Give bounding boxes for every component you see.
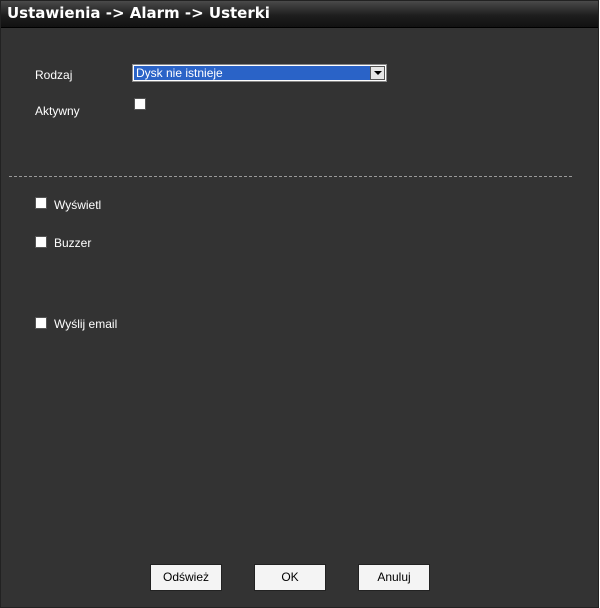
email-label: Wyślij email	[54, 317, 118, 331]
active-label: Aktywny	[35, 104, 80, 118]
email-checkbox[interactable]	[35, 317, 47, 329]
type-label: Rodzaj	[35, 68, 73, 82]
title-bar: Ustawienia -> Alarm -> Usterki	[1, 1, 598, 28]
ok-button[interactable]: OK	[254, 564, 326, 591]
settings-panel: Ustawienia -> Alarm -> Usterki Rodzaj Dy…	[0, 0, 599, 608]
active-checkbox[interactable]	[134, 98, 146, 110]
type-select-value: Dysk nie istnieje	[134, 66, 372, 80]
cancel-button[interactable]: Anuluj	[358, 564, 430, 591]
refresh-button[interactable]: Odśwież	[150, 564, 222, 591]
buzzer-label: Buzzer	[54, 236, 92, 250]
display-label: Wyświetl	[54, 198, 102, 212]
buzzer-checkbox[interactable]	[35, 236, 47, 248]
type-select[interactable]: Dysk nie istnieje	[132, 64, 387, 82]
divider	[9, 176, 572, 177]
display-checkbox[interactable]	[35, 197, 47, 209]
page-title: Ustawienia -> Alarm -> Usterki	[7, 4, 270, 22]
chevron-down-icon[interactable]	[370, 66, 385, 80]
